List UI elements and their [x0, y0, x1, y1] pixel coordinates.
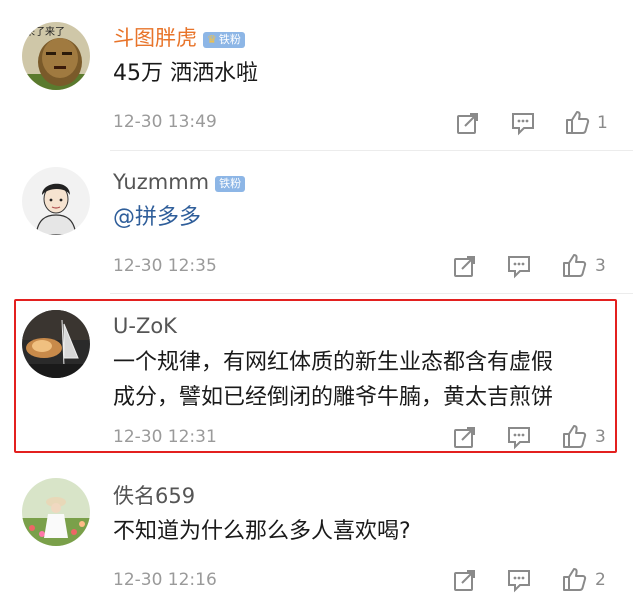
thumbs-up-icon[interactable] [564, 109, 590, 135]
avatar[interactable] [22, 310, 90, 378]
username[interactable]: Yuzmmm 铁粉 [113, 170, 246, 194]
username[interactable]: 斗图胖虎 ♛ 铁粉 [113, 26, 245, 50]
like-count: 3 [595, 427, 606, 447]
comment-icon[interactable] [506, 253, 532, 279]
divider [110, 150, 633, 151]
username-text: 斗图胖虎 [113, 26, 197, 50]
timestamp: 12-30 12:35 [113, 256, 217, 276]
comment-text: 45万 洒洒水啦 [113, 61, 258, 86]
timestamp: 12-30 12:31 [113, 427, 217, 447]
share-icon[interactable] [452, 424, 478, 450]
avatar-caption: 来了来了 [25, 26, 65, 38]
crown-icon: ♛ [207, 33, 217, 46]
like-count: 1 [597, 113, 608, 133]
comment-icon[interactable] [506, 424, 532, 450]
fan-badge: ♛ 铁粉 [203, 32, 245, 48]
comment-text: 不知道为什么那么多人喜欢喝? [113, 519, 411, 544]
share-icon[interactable] [452, 567, 478, 593]
comment-icon[interactable] [506, 567, 532, 593]
thumbs-up-icon[interactable] [561, 566, 587, 592]
badge-label: 铁粉 [218, 33, 241, 46]
username-text: Yuzmmm [113, 170, 210, 194]
divider [110, 293, 633, 294]
avatar[interactable] [22, 478, 90, 546]
timestamp: 12-30 12:16 [113, 570, 217, 590]
avatar[interactable] [22, 167, 90, 235]
share-icon[interactable] [455, 110, 481, 136]
username-text: U-ZoK [113, 314, 177, 338]
timestamp: 12-30 13:49 [113, 112, 217, 132]
like-count: 3 [595, 256, 606, 276]
comment-item: 来了来了 斗图胖虎 ♛ 铁粉 45万 洒洒水啦 12-30 13:49 1 [0, 0, 633, 151]
comment-text-line-1: 一个规律，有网红体质的新生业态都含有虚假 [113, 350, 554, 375]
mention-link[interactable]: @拼多多 [113, 201, 201, 235]
share-icon[interactable] [452, 253, 478, 279]
username-text: 佚名659 [113, 484, 196, 508]
username[interactable]: 佚名659 [113, 484, 195, 508]
username[interactable]: U-ZoK [113, 314, 177, 338]
avatar[interactable]: 来了来了 [22, 22, 90, 90]
comment-icon[interactable] [510, 110, 536, 136]
badge-label: 铁粉 [219, 177, 242, 190]
thumbs-up-icon[interactable] [561, 252, 587, 278]
like-count: 2 [595, 570, 606, 590]
fan-badge: 铁粉 [215, 176, 246, 192]
comment-text-line-2: 成分，譬如已经倒闭的雕爷牛腩，黄太吉煎饼 [113, 385, 554, 410]
thumbs-up-icon[interactable] [561, 423, 587, 449]
